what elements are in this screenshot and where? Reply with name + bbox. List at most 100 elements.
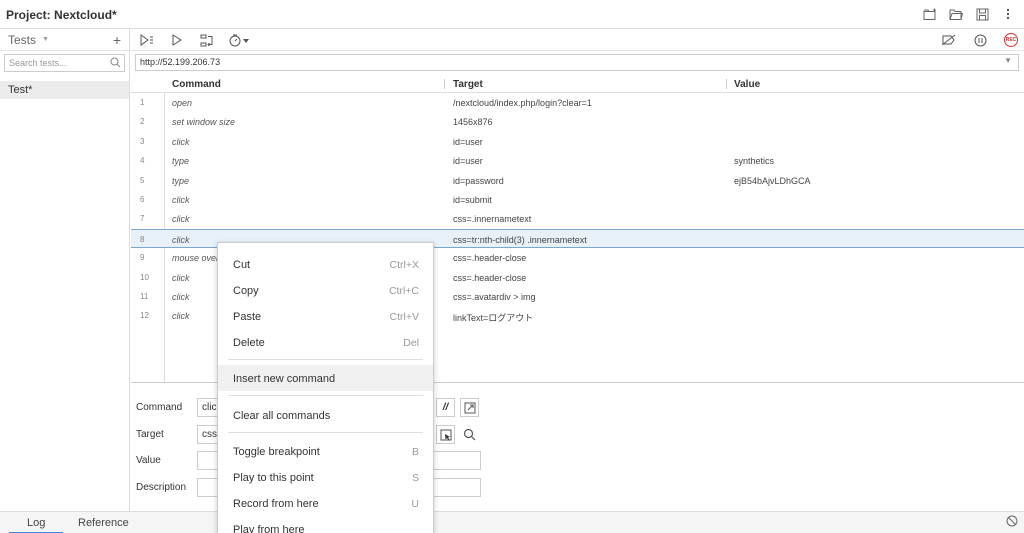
menu-item-shortcut: Ctrl+V	[389, 311, 419, 323]
table-row[interactable]: 4 type id=user synthetics	[131, 151, 1024, 170]
open-project-icon[interactable]	[948, 6, 964, 22]
menu-item-label: Delete	[233, 337, 265, 349]
project-label: Project:	[6, 8, 51, 22]
row-number: 10	[140, 272, 149, 282]
menu-item-shortcut: Ctrl+X	[389, 259, 419, 271]
step-over-icon[interactable]	[199, 32, 215, 48]
column-divider[interactable]	[444, 79, 445, 89]
row-command: click	[172, 194, 190, 205]
target-column-header: Target	[453, 79, 483, 90]
row-command: set window size	[172, 117, 236, 128]
row-command: click	[172, 214, 190, 225]
row-number: 6	[140, 194, 145, 204]
chevron-down-icon[interactable]: ▼	[1004, 56, 1012, 65]
pause-icon[interactable]	[972, 32, 988, 48]
project-actions	[922, 6, 1016, 22]
select-target-icon[interactable]	[436, 425, 455, 444]
target-label: Target	[136, 429, 164, 440]
menu-item-toggle-breakpoint[interactable]: Toggle breakpoint B	[218, 438, 433, 464]
menu-item-record-from-here[interactable]: Record from here U	[218, 490, 433, 516]
menu-item-shortcut: Del	[403, 337, 419, 349]
row-command: mouse over	[172, 253, 220, 264]
command-column-header: Command	[172, 79, 221, 90]
menu-item-insert-new-command[interactable]: Insert new command	[218, 365, 433, 391]
row-number: 5	[140, 175, 145, 185]
menu-item-delete[interactable]: Delete Del	[218, 329, 433, 355]
add-test-button[interactable]: +	[113, 32, 121, 48]
new-project-icon[interactable]	[922, 6, 938, 22]
disable-breakpoints-icon[interactable]	[940, 32, 956, 48]
menu-separator	[228, 432, 423, 433]
tests-dropdown[interactable]: Tests ▼ +	[0, 29, 129, 51]
row-target: css=tr:nth-child(3) .innernametext	[453, 234, 587, 245]
table-row[interactable]: 1 open/nextcloud/index.php/login?clear=1	[131, 93, 1024, 112]
commands-table-header: Command Target Value	[131, 75, 1024, 93]
menu-item-clear-all-commands[interactable]: Clear all commands	[218, 402, 433, 428]
base-url-input[interactable]: http://52.199.206.73 ▼	[135, 54, 1019, 71]
menu-item-shortcut: S	[411, 472, 419, 484]
run-all-tests-icon[interactable]	[139, 32, 155, 48]
project-name[interactable]: Nextcloud*	[54, 8, 117, 22]
chevron-down-icon: ▼	[42, 36, 49, 43]
tests-label: Tests	[8, 32, 37, 47]
table-row[interactable]: 5 type id=password ejB54bAjvLDhGCA	[131, 171, 1024, 190]
row-command: click	[172, 291, 190, 302]
clear-log-icon[interactable]	[1006, 515, 1018, 530]
row-number: 3	[140, 136, 145, 146]
menu-item-play-from-here[interactable]: Play from here	[218, 516, 433, 533]
row-target: css=.innernametext	[453, 214, 532, 225]
base-url-value: http://52.199.206.73	[140, 57, 221, 67]
menu-item-paste[interactable]: Paste Ctrl+V	[218, 303, 433, 329]
row-command: click	[172, 234, 190, 245]
record-button[interactable]: REC	[1004, 33, 1018, 47]
tab-log[interactable]: Log	[9, 517, 64, 533]
row-command: click	[172, 311, 190, 322]
row-target: css=.avatardiv > img	[453, 291, 536, 302]
row-number: 9	[140, 253, 145, 263]
tab-reference[interactable]: Reference	[78, 517, 129, 529]
row-number: 1	[140, 98, 145, 107]
table-row[interactable]: 6 click id=submit	[131, 190, 1024, 209]
search-icon	[110, 57, 121, 70]
test-item[interactable]: Test*	[0, 81, 129, 99]
search-tests-input[interactable]: Search tests...	[4, 54, 125, 72]
row-number: 7	[140, 214, 145, 224]
menu-item-label: Copy	[233, 285, 259, 297]
row-target: 1456x876	[453, 117, 493, 128]
table-row[interactable]: 7 click css=.innernametext	[131, 209, 1024, 228]
row-value: ejB54bAjvLDhGCA	[734, 175, 811, 186]
row-number: 2	[140, 117, 145, 127]
menu-item-label: Play to this point	[233, 472, 314, 484]
row-command: type	[172, 156, 190, 167]
find-target-icon[interactable]	[460, 425, 479, 444]
value-label: Value	[136, 455, 161, 466]
row-target: css=.header-close	[453, 272, 527, 283]
run-test-icon[interactable]	[169, 32, 185, 48]
menu-item-label: Play from here	[233, 524, 305, 533]
row-command: type	[172, 175, 190, 186]
row-number: 8	[140, 234, 145, 244]
menu-item-copy[interactable]: Copy Ctrl+C	[218, 277, 433, 303]
open-reference-icon[interactable]	[460, 398, 479, 417]
more-menu-icon[interactable]	[1000, 6, 1016, 22]
speed-timer-icon[interactable]	[229, 32, 251, 48]
menu-separator	[228, 359, 423, 360]
column-divider[interactable]	[726, 79, 727, 89]
row-target: id=password	[453, 175, 504, 186]
table-row[interactable]: 2 set window size 1456x876	[131, 112, 1024, 131]
menu-item-label: Toggle breakpoint	[233, 446, 320, 458]
menu-item-label: Paste	[233, 311, 262, 323]
menu-item-play-to-this-point[interactable]: Play to this point S	[218, 464, 433, 490]
menu-item-shortcut: B	[411, 446, 419, 458]
row-value: synthetics	[734, 156, 775, 167]
save-project-icon[interactable]	[974, 6, 990, 22]
row-command: click	[172, 272, 190, 283]
command-label: Command	[136, 402, 183, 413]
table-row[interactable]: 3 click id=user	[131, 132, 1024, 151]
comment-button[interactable]: //	[436, 398, 455, 417]
menu-item-label: Record from here	[233, 498, 319, 510]
menu-item-cut[interactable]: Cut Ctrl+X	[218, 251, 433, 277]
project-title: Project: Nextcloud*	[6, 8, 117, 22]
search-tests-placeholder: Search tests...	[9, 58, 67, 68]
menu-item-label: Clear all commands	[233, 410, 331, 422]
